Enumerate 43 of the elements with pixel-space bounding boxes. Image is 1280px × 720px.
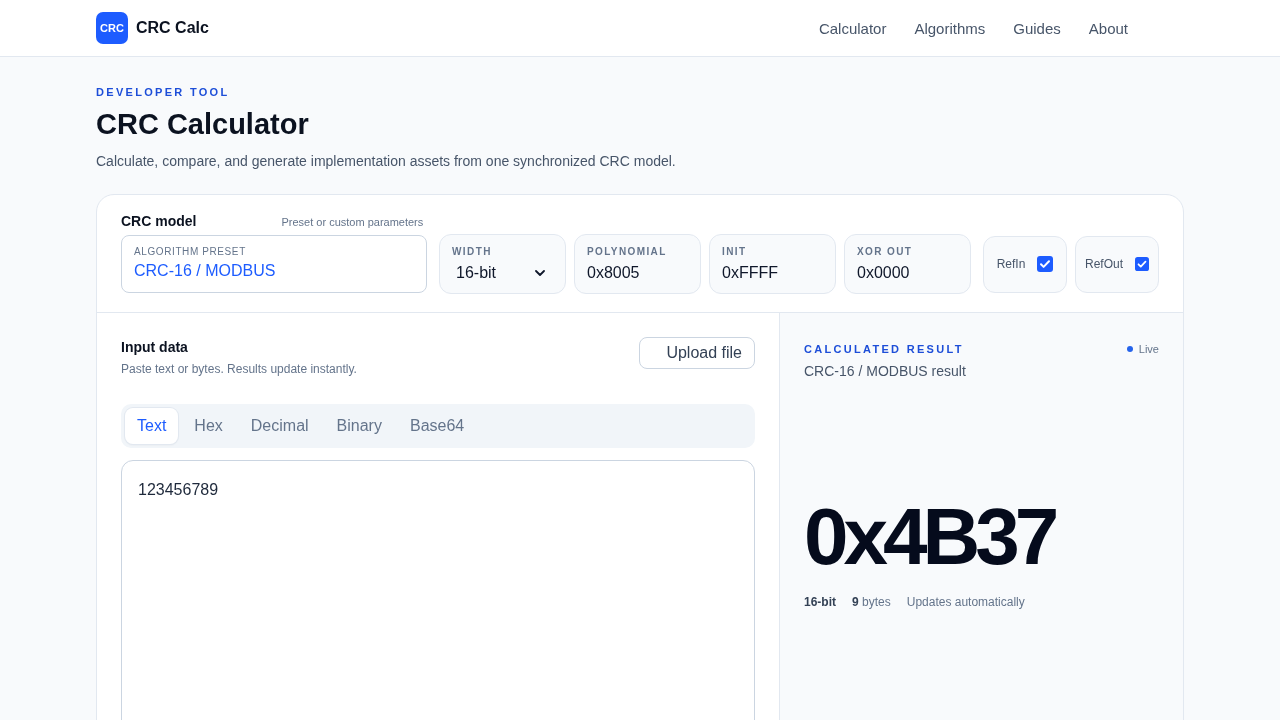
nav-link[interactable]: Calculator [818,19,887,37]
brand-name[interactable]: CRC Calc [136,19,209,37]
nav-link[interactable]: Guides [1013,19,1061,37]
checkbox[interactable] [1135,257,1149,271]
parameter-input[interactable]: 0xFFFF [722,264,823,282]
page-title: CRC Calculator [96,107,310,142]
field-label: INIT [722,246,748,257]
format-tab[interactable]: Base64 [397,408,477,444]
upload-file-button[interactable]: Upload file [639,337,755,369]
section-title: Input data [121,339,189,355]
result-width: 16-bit [804,595,836,609]
result-caption: CRC-16 / MODBUS result [804,363,967,379]
format-tab[interactable]: Hex [182,408,235,444]
app-logo[interactable]: CRC [96,12,128,44]
page-subtitle: Calculate, compare, and generate implementation assets from one synchronized CRC model. [96,152,677,170]
parameter-input[interactable]: 0x8005 [587,264,688,282]
result-bytes: 9 bytes [852,595,891,609]
field-label: WIDTH [452,246,493,257]
field-label: XOR OUT [857,246,914,257]
checkbox-label: RefOut [1085,257,1123,271]
status-label: Live [1138,343,1159,355]
chevron-down-icon [535,270,545,276]
eyebrow-label: DEVELOPER TOOL [96,86,231,98]
field-label: POLYNOMIAL [587,246,668,257]
format-tab[interactable]: Binary [324,408,394,444]
section-hint: Paste text or bytes. Results update instantly. [121,362,357,376]
field-label: ALGORITHM PRESET [134,246,247,257]
section-title: CRC model [121,213,197,229]
result-eyebrow: CALCULATED RESULT [804,343,964,355]
format-tab[interactable]: Text [125,408,179,444]
checkbox-label: RefIn [996,257,1026,271]
preset-field[interactable]: ALGORITHM PRESET CRC-16 / MODBUS [121,235,427,293]
width-select[interactable]: 16-bit [452,264,553,282]
crc-result-value: 0x4B37 [804,497,1056,577]
result-note: Updates automatically [906,595,1025,609]
status-dot-icon [1126,346,1133,352]
format-tab[interactable]: Decimal [238,408,321,444]
checkbox[interactable] [1037,256,1054,272]
nav-link[interactable]: Algorithms [914,19,986,37]
nav-link[interactable]: About [1088,19,1128,37]
input-textarea[interactable]: 123456789 [121,460,755,720]
parameter-input[interactable]: 0x0000 [857,264,958,282]
section-hint: Preset or custom parameters [281,216,424,228]
